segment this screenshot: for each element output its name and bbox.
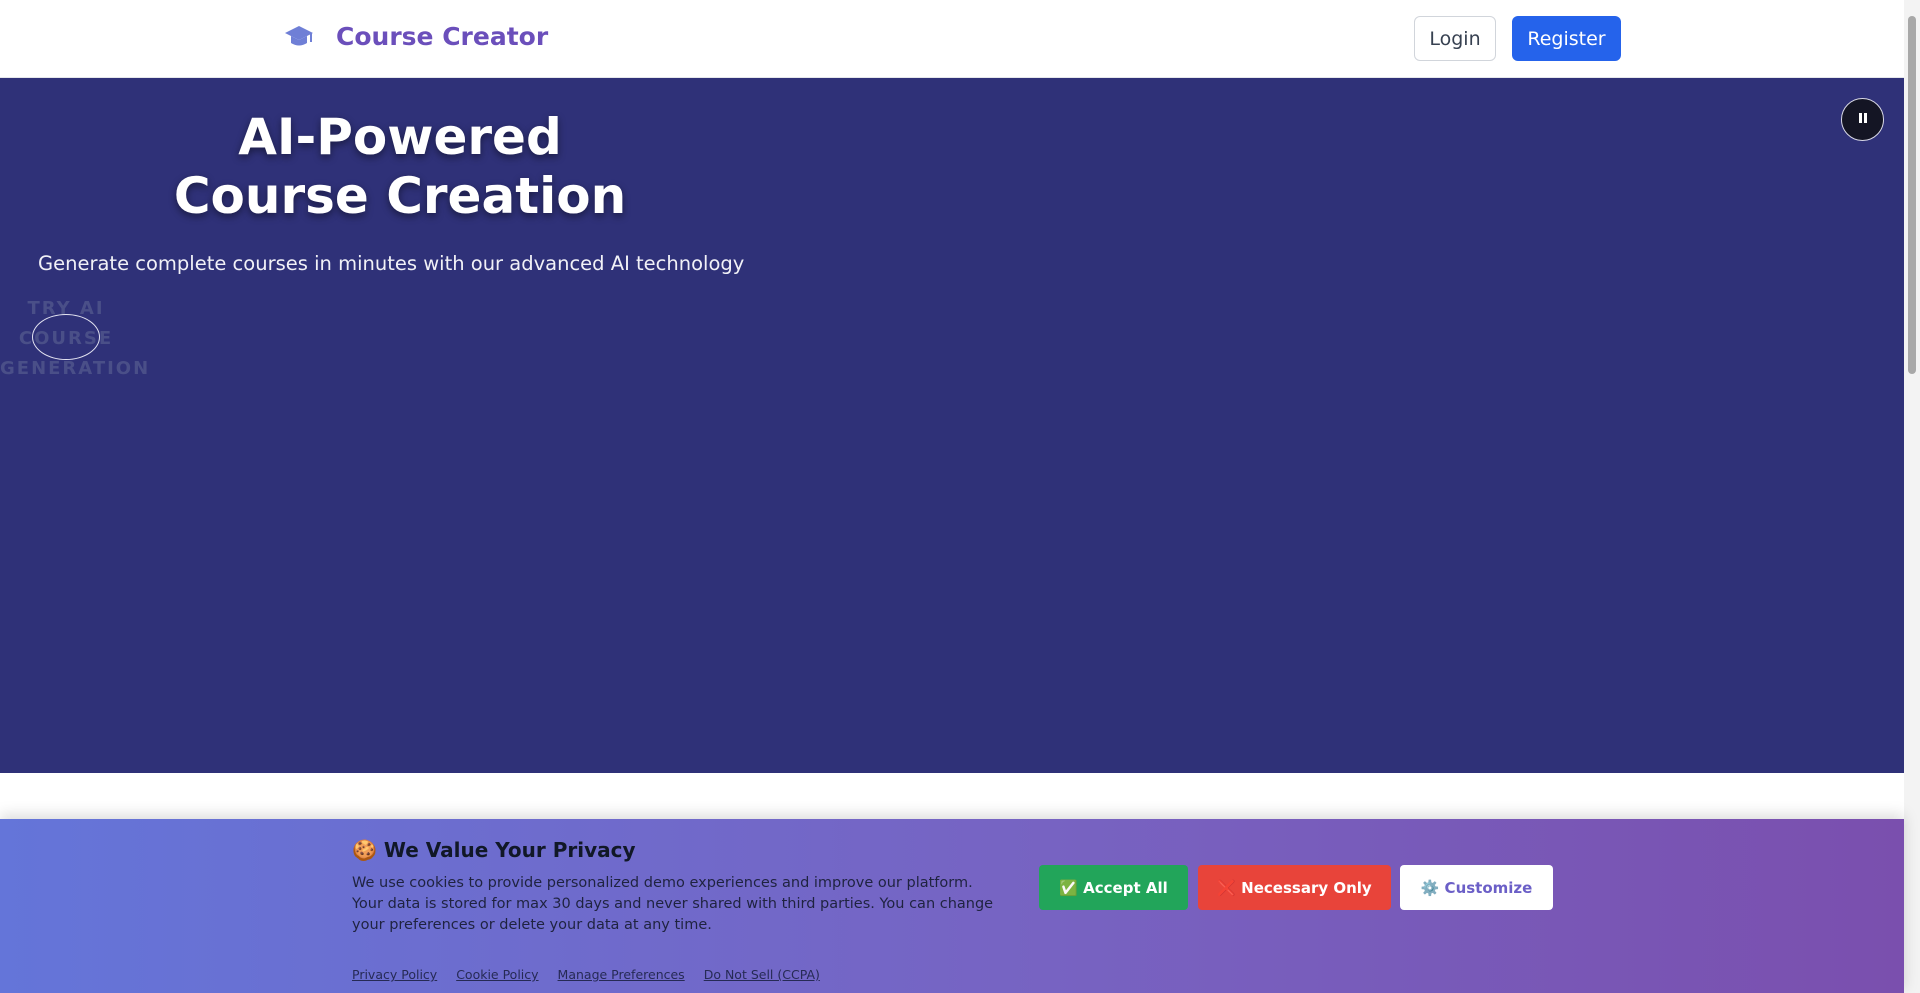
cookie-policy-links: Privacy Policy Cookie Policy Manage Pref…: [352, 967, 820, 982]
cookie-banner-title: 🍪 We Value Your Privacy: [352, 838, 636, 862]
necessary-only-button[interactable]: ❌ Necessary Only: [1198, 865, 1391, 910]
cookie-banner-text: We use cookies to provide personalized d…: [352, 875, 994, 933]
pause-animation-button[interactable]: [1841, 98, 1884, 141]
cta-highlight-ring: [32, 314, 100, 360]
login-button[interactable]: Login: [1414, 16, 1496, 61]
register-button[interactable]: Register: [1512, 16, 1621, 61]
graduation-cap-icon: [284, 24, 314, 50]
accept-all-button[interactable]: ✅ Accept All: [1039, 865, 1188, 910]
cookie-consent-banner: 🍪 We Value Your Privacy We use cookies t…: [0, 819, 1904, 993]
privacy-policy-link[interactable]: Privacy Policy: [352, 967, 437, 982]
hero-section: AI-Powered Course Creation Generate comp…: [0, 78, 1904, 773]
hero-subtitle: Generate complete courses in minutes wit…: [38, 252, 745, 275]
hero-title-line1: AI-Powered: [238, 108, 562, 166]
manage-preferences-link[interactable]: Manage Preferences: [558, 967, 685, 982]
scrollbar-thumb[interactable]: [1908, 16, 1916, 374]
do-not-sell-link[interactable]: Do Not Sell (CCPA): [704, 967, 820, 982]
customize-button[interactable]: ⚙️ Customize: [1400, 865, 1553, 910]
cookie-policy-link[interactable]: Cookie Policy: [456, 967, 538, 982]
hero-title: AI-Powered Course Creation: [0, 108, 800, 226]
brand[interactable]: Course Creator: [284, 22, 548, 51]
brand-name: Course Creator: [336, 22, 549, 51]
pause-icon: [1857, 112, 1869, 127]
hero-title-line2: Course Creation: [173, 167, 627, 225]
navbar: Course Creator Login Register: [0, 0, 1904, 78]
page-scrollbar[interactable]: [1904, 0, 1920, 993]
